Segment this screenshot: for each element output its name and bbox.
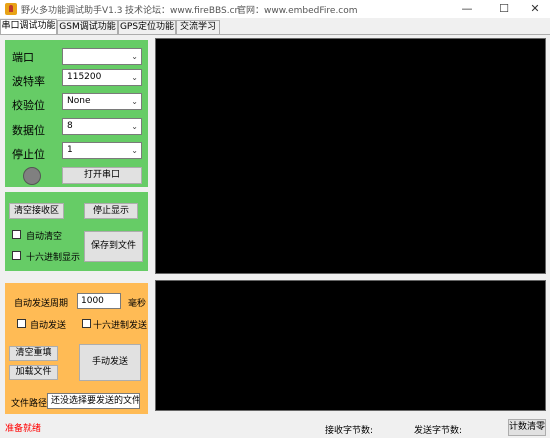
save-to-file-button[interactable]: 保存到文件 <box>84 231 143 262</box>
auto-clear-label: 自动清空 <box>26 232 63 242</box>
tx-count-label: 发送字节数: <box>414 426 463 436</box>
send-period-label: 自动发送周期 <box>14 299 69 309</box>
close-button[interactable]: ✕ <box>520 0 550 18</box>
hex-display-label: 十六进制显示 <box>26 253 81 263</box>
auto-send-label: 自动发送 <box>30 321 67 331</box>
tab-gsm[interactable]: GSM调试功能 <box>57 20 118 34</box>
tab-gps[interactable]: GPS定位功能 <box>118 20 176 34</box>
baud-select[interactable]: 115200 ⌄ <box>62 69 142 86</box>
chevron-down-icon: ⌄ <box>131 122 138 131</box>
stopbits-value: 1 <box>67 145 73 155</box>
parity-label: 校验位 <box>12 99 45 112</box>
send-editor-area[interactable] <box>155 280 546 411</box>
chevron-down-icon: ⌄ <box>131 146 138 155</box>
send-options-panel: 自动发送周期 1000 毫秒 自动发送 十六进制发送 清空重填 加载文件 手动发… <box>5 283 148 414</box>
clear-refill-button[interactable]: 清空重填 <box>9 346 58 361</box>
clear-receive-button[interactable]: 清空接收区 <box>9 203 64 219</box>
manual-send-button[interactable]: 手动发送 <box>79 344 141 381</box>
receive-display-area[interactable] <box>155 38 546 274</box>
hex-send-label: 十六进制发送 <box>93 321 148 331</box>
rx-count-label: 接收字节数: <box>325 426 374 436</box>
databits-label: 数据位 <box>12 124 45 137</box>
maximize-button[interactable]: ☐ <box>489 0 519 18</box>
file-path-input[interactable]: 还没选择要发送的文件 <box>47 393 140 409</box>
parity-value: None <box>67 96 91 106</box>
tab-serial[interactable]: 串口调试功能 <box>0 19 57 34</box>
chevron-down-icon: ⌄ <box>131 73 138 82</box>
databits-value: 8 <box>67 121 73 131</box>
baud-label: 波特率 <box>12 75 45 88</box>
chevron-down-icon: ⌄ <box>131 97 138 106</box>
load-file-button[interactable]: 加载文件 <box>9 365 58 380</box>
app-logo-icon <box>5 3 17 15</box>
forum-text: 技术论坛：www.fireBBS.cn <box>125 6 241 16</box>
port-label: 端口 <box>12 51 34 64</box>
title-bar: 野火多功能调试助手V1.3 技术论坛：www.fireBBS.cn 官网：www… <box>0 0 550 18</box>
auto-clear-checkbox[interactable] <box>12 230 21 239</box>
open-port-button[interactable]: 打开串口 <box>62 167 142 184</box>
period-unit-label: 毫秒 <box>128 299 147 309</box>
hex-display-checkbox[interactable] <box>12 251 21 260</box>
parity-select[interactable]: None ⌄ <box>62 93 142 110</box>
auto-send-checkbox[interactable] <box>17 319 26 328</box>
status-ready-text: 准备就绪 <box>5 424 42 434</box>
baud-value: 115200 <box>67 72 102 82</box>
stopbits-select[interactable]: 1 ⌄ <box>62 142 142 159</box>
status-indicator-icon <box>23 167 41 185</box>
send-period-input[interactable]: 1000 <box>77 293 121 309</box>
tab-exchange[interactable]: 交流学习 <box>176 20 220 34</box>
website-text: 官网：www.embedFire.com <box>237 6 358 16</box>
reset-count-button[interactable]: 计数清零 <box>508 419 546 436</box>
hex-send-checkbox[interactable] <box>82 319 91 328</box>
databits-select[interactable]: 8 ⌄ <box>62 118 142 135</box>
window-title: 野火多功能调试助手V1.3 <box>21 6 123 16</box>
port-select[interactable]: ⌄ <box>62 48 142 65</box>
minimize-button[interactable]: — <box>452 0 482 18</box>
stop-display-button[interactable]: 停止显示 <box>84 203 138 219</box>
serial-settings-panel: 端口 ⌄ 波特率 115200 ⌄ 校验位 None ⌄ 数据位 8 ⌄ 停止位… <box>5 40 148 187</box>
receive-options-panel: 清空接收区 停止显示 自动清空 十六进制显示 保存到文件 <box>5 192 148 271</box>
stopbits-label: 停止位 <box>12 148 45 161</box>
file-path-label: 文件路径 <box>11 399 48 409</box>
chevron-down-icon: ⌄ <box>131 52 138 61</box>
